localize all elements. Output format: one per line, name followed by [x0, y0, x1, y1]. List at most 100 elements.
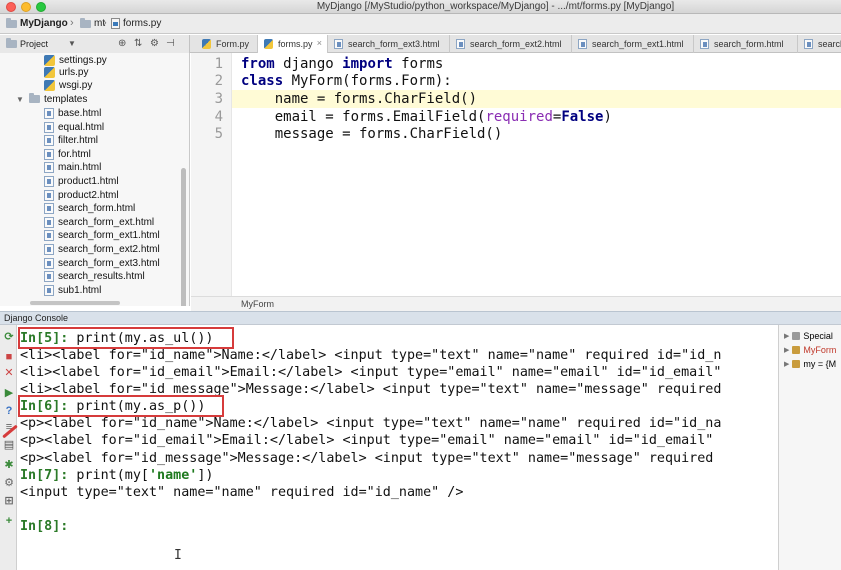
- line-number-gutter: 1 2 3 4 5: [191, 53, 231, 296]
- breadcrumb-file[interactable]: forms.py: [111, 18, 161, 29]
- settings-icon[interactable]: ⚙: [3, 477, 15, 489]
- expand-triangle-icon[interactable]: ▶: [784, 332, 789, 340]
- code-line-5: message = forms.CharField(): [241, 126, 503, 142]
- structure-breadcrumb-label[interactable]: MyForm: [241, 299, 274, 309]
- expand-triangle-icon[interactable]: ▼: [16, 95, 25, 104]
- keyword: class: [241, 73, 284, 89]
- code-text: message = forms.CharField(): [241, 126, 503, 142]
- tree-item-product2-html[interactable]: product2.html: [44, 188, 119, 202]
- console-prompt: In[8]:: [20, 519, 69, 534]
- line-number: 1: [214, 56, 223, 72]
- tab-form-py[interactable]: Form.py: [196, 35, 258, 53]
- tree-item-search-form-html[interactable]: search_form.html: [44, 201, 135, 215]
- console-code: print(my[: [68, 468, 149, 483]
- close-icon[interactable]: ×: [317, 38, 322, 48]
- breadcrumb-folder[interactable]: mt: [80, 17, 105, 29]
- help-icon[interactable]: ?: [3, 405, 15, 417]
- tab-label: forms.py: [278, 39, 313, 49]
- tree-item-label: sub1.html: [58, 284, 102, 296]
- run-icon[interactable]: ▶: [3, 387, 15, 399]
- console-string: 'name': [149, 468, 198, 483]
- html-file-icon: [44, 284, 54, 296]
- project-view-selector[interactable]: Project: [20, 39, 48, 49]
- code-text: MyForm(forms.Form):: [283, 73, 452, 89]
- project-tree: settings.py urls.py wsgi.py ▼ templates …: [0, 53, 190, 306]
- variable-group-icon: [792, 332, 801, 340]
- tree-item-base-html[interactable]: base.html: [44, 106, 101, 120]
- variable-my[interactable]: ▶ my = {M: [784, 359, 836, 369]
- expand-triangle-icon[interactable]: ▶: [784, 346, 789, 354]
- tree-item-label: filter.html: [58, 134, 99, 146]
- console-output-line: <p><label for="id_email">Email:</label> …: [20, 433, 714, 448]
- tree-item-search-results-html[interactable]: search_results.html: [44, 269, 145, 283]
- chevron-down-icon[interactable]: ▼: [68, 39, 76, 48]
- tree-item-label: wsgi.py: [59, 79, 93, 91]
- tree-item-product1-html[interactable]: product1.html: [44, 174, 119, 188]
- tree-item-label: urls.py: [59, 66, 89, 78]
- console-title: Django Console: [4, 313, 69, 323]
- history-icon[interactable]: ▤: [3, 439, 15, 451]
- tree-item-label: for.html: [58, 148, 91, 160]
- collapse-icon[interactable]: ⇅: [134, 38, 142, 49]
- tab-forms-py[interactable]: forms.py ×: [258, 35, 328, 54]
- code-text: forms: [392, 56, 444, 72]
- target-icon[interactable]: ⊕: [118, 38, 126, 49]
- html-file-icon: [44, 189, 54, 201]
- tree-item-main-html[interactable]: main.html: [44, 160, 101, 174]
- tree-item-label: search_form_ext.html: [58, 216, 155, 228]
- html-file-icon: [44, 216, 54, 228]
- debug-icon[interactable]: ✱: [3, 459, 15, 471]
- console-output[interactable]: In[5]: print(my.as_ul()) <li><label for=…: [18, 325, 778, 570]
- tab-label: search_form_ext3.html: [348, 39, 440, 49]
- variable-special[interactable]: ▶ Special: [784, 331, 833, 341]
- tree-item-search-form-ext2-html[interactable]: search_form_ext2.html: [44, 242, 160, 256]
- html-file-icon: [44, 257, 54, 269]
- tree-item-search-form-ext1-html[interactable]: search_form_ext1.html: [44, 228, 160, 242]
- tree-vertical-scrollbar[interactable]: [181, 168, 186, 306]
- tab-search-form-ext1[interactable]: search_form_ext1.html: [572, 35, 694, 53]
- tab-search-form-ext3[interactable]: search_form_ext3.html: [328, 35, 450, 53]
- html-file-icon: [456, 39, 465, 49]
- tree-item-search-form-ext-html[interactable]: search_form_ext.html: [44, 215, 154, 229]
- rerun-icon[interactable]: ⟳: [3, 331, 15, 343]
- tree-item-wsgi-py[interactable]: wsgi.py: [44, 78, 92, 92]
- breadcrumb-project[interactable]: MyDjango: [6, 17, 68, 29]
- variables-icon[interactable]: ⊞: [3, 495, 15, 507]
- code-text: name = forms.CharField(): [241, 91, 478, 107]
- html-file-icon: [44, 134, 54, 146]
- tree-horizontal-scrollbar[interactable]: [30, 301, 120, 305]
- expand-triangle-icon[interactable]: ▶: [784, 360, 789, 368]
- breadcrumb-separator-icon: ›: [103, 17, 107, 29]
- tree-item-filter-html[interactable]: filter.html: [44, 133, 98, 147]
- tab-label: search_form_ext2.html: [470, 39, 562, 49]
- add-icon[interactable]: +: [3, 515, 15, 527]
- console-output-line: <input type="text" name="name" required …: [20, 485, 464, 500]
- gear-icon[interactable]: ⚙: [150, 38, 159, 49]
- line-number: 4: [214, 109, 223, 125]
- tree-item-templates-folder[interactable]: ▼ templates: [16, 92, 87, 106]
- tab-search-form-ext2[interactable]: search_form_ext2.html: [450, 35, 572, 53]
- hide-panel-icon[interactable]: ⊣: [166, 38, 175, 49]
- window-title: MyDjango [/MyStudio/python_workspace/MyD…: [316, 1, 675, 12]
- code-editor[interactable]: 1 2 3 4 5 from django import forms class…: [191, 53, 841, 296]
- tree-item-search-form-ext3-html[interactable]: search_form_ext3.html: [44, 256, 160, 270]
- console-output-line: <li><label for="id_name">Name:</label> <…: [20, 348, 722, 363]
- line-number: 3: [214, 91, 223, 107]
- stop-icon[interactable]: ■: [3, 351, 15, 363]
- html-file-icon: [44, 202, 54, 214]
- variable-myform[interactable]: ▶ MyForm: [784, 345, 836, 355]
- tree-item-label: base.html: [58, 107, 102, 119]
- tab-search-overflow[interactable]: search_: [798, 35, 841, 53]
- tab-search-form[interactable]: search_form.html: [694, 35, 798, 53]
- tree-item-urls-py[interactable]: urls.py: [44, 65, 88, 79]
- navigation-bar: MyDjango › mt › forms.py: [0, 14, 841, 34]
- tree-item-equal-html[interactable]: equal.html: [44, 120, 104, 134]
- title-bar: MyDjango [/MyStudio/python_workspace/MyD…: [0, 0, 841, 14]
- breadcrumb-label: forms.py: [123, 18, 162, 29]
- console-output-line: <p><label for="id_message">Message:</lab…: [20, 451, 714, 466]
- close-icon[interactable]: ✕: [3, 367, 15, 379]
- instance-icon: [792, 360, 801, 368]
- tree-item-sub1-html[interactable]: sub1.html: [44, 283, 101, 297]
- tree-item-label: search_form_ext1.html: [58, 229, 160, 241]
- tree-item-for-html[interactable]: for.html: [44, 147, 91, 161]
